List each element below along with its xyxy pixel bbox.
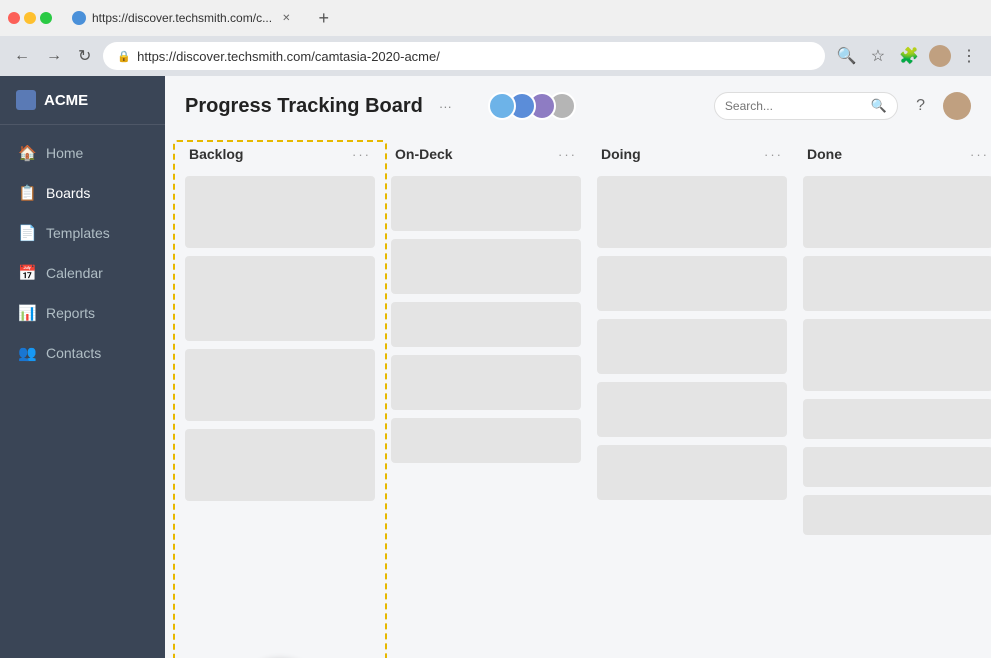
tab-title: https://discover.techsmith.com/c... bbox=[92, 11, 272, 25]
extensions-btn[interactable]: 🧩 bbox=[895, 42, 923, 70]
backlog-column-title: Backlog bbox=[189, 146, 243, 162]
board-card[interactable] bbox=[391, 239, 581, 294]
board-column-ondeck: On-Deck ··· bbox=[391, 140, 581, 638]
sidebar-item-calendar[interactable]: 📅 Calendar bbox=[0, 253, 165, 293]
backlog-column-menu[interactable]: ··· bbox=[352, 147, 371, 162]
minimize-btn[interactable] bbox=[24, 12, 36, 24]
sidebar-item-label: Home bbox=[46, 145, 83, 161]
bookmark-btn[interactable]: ☆ bbox=[867, 42, 889, 70]
sidebar-title: ACME bbox=[44, 92, 88, 109]
maximize-btn[interactable] bbox=[40, 12, 52, 24]
doing-column-header: Doing ··· bbox=[597, 140, 787, 168]
page-menu-button[interactable]: ··· bbox=[435, 97, 456, 116]
tab-close-icon[interactable]: ✕ bbox=[282, 13, 290, 24]
board-card[interactable] bbox=[391, 355, 581, 410]
boards-icon: 📋 bbox=[18, 184, 36, 202]
board-column-done: Done ··· bbox=[803, 140, 991, 638]
browser-toolbar: ← → ↻ 🔒 https://discover.techsmith.com/c… bbox=[0, 36, 991, 76]
browser-titlebar: https://discover.techsmith.com/c... ✕ + bbox=[0, 0, 991, 36]
board-card[interactable] bbox=[803, 399, 991, 439]
board-card[interactable] bbox=[803, 176, 991, 248]
sidebar-item-label: Boards bbox=[46, 185, 90, 201]
done-column-title: Done bbox=[807, 146, 842, 162]
search-input[interactable] bbox=[725, 99, 865, 113]
sidebar-item-label: Calendar bbox=[46, 265, 103, 281]
forward-button[interactable]: → bbox=[42, 43, 66, 69]
sidebar-item-boards[interactable]: 📋 Boards bbox=[0, 173, 165, 213]
board-card[interactable] bbox=[597, 445, 787, 500]
sidebar-item-label: Contacts bbox=[46, 345, 101, 361]
board-card[interactable] bbox=[597, 319, 787, 374]
url-text: https://discover.techsmith.com/camtasia-… bbox=[137, 49, 440, 64]
sidebar-item-templates[interactable]: 📄 Templates bbox=[0, 213, 165, 253]
backlog-column-wrapper: Backlog ··· bbox=[185, 140, 375, 638]
board-card[interactable] bbox=[597, 176, 787, 248]
sidebar-item-contacts[interactable]: 👥 Contacts bbox=[0, 333, 165, 373]
sidebar-item-label: Reports bbox=[46, 305, 95, 321]
done-column-header: Done ··· bbox=[803, 140, 991, 168]
backlog-column-header: Backlog ··· bbox=[185, 140, 375, 168]
board-card[interactable] bbox=[185, 349, 375, 421]
board-area: Backlog ··· bbox=[165, 130, 991, 658]
window-controls bbox=[8, 12, 52, 24]
sidebar-item-label: Templates bbox=[46, 225, 110, 241]
doing-column-menu[interactable]: ··· bbox=[764, 147, 783, 162]
templates-icon: 📄 bbox=[18, 224, 36, 242]
sidebar-header: ACME bbox=[0, 76, 165, 125]
close-btn[interactable] bbox=[8, 12, 20, 24]
browser-tab[interactable]: https://discover.techsmith.com/c... ✕ bbox=[60, 4, 302, 32]
board-card[interactable] bbox=[803, 447, 991, 487]
board-card[interactable] bbox=[185, 256, 375, 341]
user-avatar[interactable] bbox=[943, 92, 971, 120]
search-icon: 🔍 bbox=[871, 98, 887, 114]
address-bar[interactable]: 🔒 https://discover.techsmith.com/camtasi… bbox=[103, 42, 824, 70]
board-card[interactable] bbox=[803, 319, 991, 391]
sidebar: ACME 🏠 Home 📋 Boards 📄 Templates 📅 Calen… bbox=[0, 76, 165, 658]
board-card[interactable] bbox=[185, 429, 375, 501]
tab-favicon bbox=[72, 11, 86, 25]
board-card[interactable] bbox=[803, 495, 991, 535]
board-card[interactable] bbox=[391, 418, 581, 463]
calendar-icon: 📅 bbox=[18, 264, 36, 282]
reports-icon: 📊 bbox=[18, 304, 36, 322]
sidebar-navigation: 🏠 Home 📋 Boards 📄 Templates 📅 Calendar 📊… bbox=[0, 125, 165, 381]
lock-icon: 🔒 bbox=[117, 50, 131, 63]
back-button[interactable]: ← bbox=[10, 43, 34, 69]
doing-column-title: Doing bbox=[601, 146, 641, 162]
sidebar-item-home[interactable]: 🏠 Home bbox=[0, 133, 165, 173]
help-button[interactable]: ? bbox=[910, 95, 931, 117]
main-content: Progress Tracking Board ··· 🔍 ? bbox=[165, 76, 991, 658]
ondeck-column-header: On-Deck ··· bbox=[391, 140, 581, 168]
board-column-doing: Doing ··· bbox=[597, 140, 787, 638]
browser-chrome: https://discover.techsmith.com/c... ✕ + … bbox=[0, 0, 991, 76]
board-card[interactable] bbox=[185, 176, 375, 248]
home-icon: 🏠 bbox=[18, 144, 36, 162]
board-card[interactable] bbox=[597, 382, 787, 437]
sidebar-item-reports[interactable]: 📊 Reports bbox=[0, 293, 165, 333]
board-card[interactable] bbox=[597, 256, 787, 311]
page-header: Progress Tracking Board ··· 🔍 ? bbox=[165, 76, 991, 130]
menu-btn[interactable]: ⋮ bbox=[957, 42, 981, 70]
done-column-menu[interactable]: ··· bbox=[970, 147, 989, 162]
contacts-icon: 👥 bbox=[18, 344, 36, 362]
page-title: Progress Tracking Board bbox=[185, 95, 423, 118]
toolbar-icons: 🔍 ☆ 🧩 ⋮ bbox=[833, 42, 981, 70]
board-card[interactable] bbox=[391, 302, 581, 347]
profile-avatar[interactable] bbox=[929, 45, 951, 67]
new-tab-btn[interactable]: + bbox=[310, 8, 337, 29]
refresh-button[interactable]: ↻ bbox=[74, 42, 95, 70]
avatars-group bbox=[488, 92, 576, 120]
app-container: ACME 🏠 Home 📋 Boards 📄 Templates 📅 Calen… bbox=[0, 76, 991, 658]
search-toolbar-btn[interactable]: 🔍 bbox=[833, 42, 861, 70]
board-card[interactable] bbox=[803, 256, 991, 311]
search-bar: 🔍 bbox=[714, 92, 898, 120]
ondeck-column-menu[interactable]: ··· bbox=[558, 147, 577, 162]
avatar-1 bbox=[488, 92, 516, 120]
board-column-backlog: Backlog ··· bbox=[185, 140, 375, 501]
ondeck-column-title: On-Deck bbox=[395, 146, 453, 162]
sidebar-logo bbox=[16, 90, 36, 110]
board-card[interactable] bbox=[391, 176, 581, 231]
